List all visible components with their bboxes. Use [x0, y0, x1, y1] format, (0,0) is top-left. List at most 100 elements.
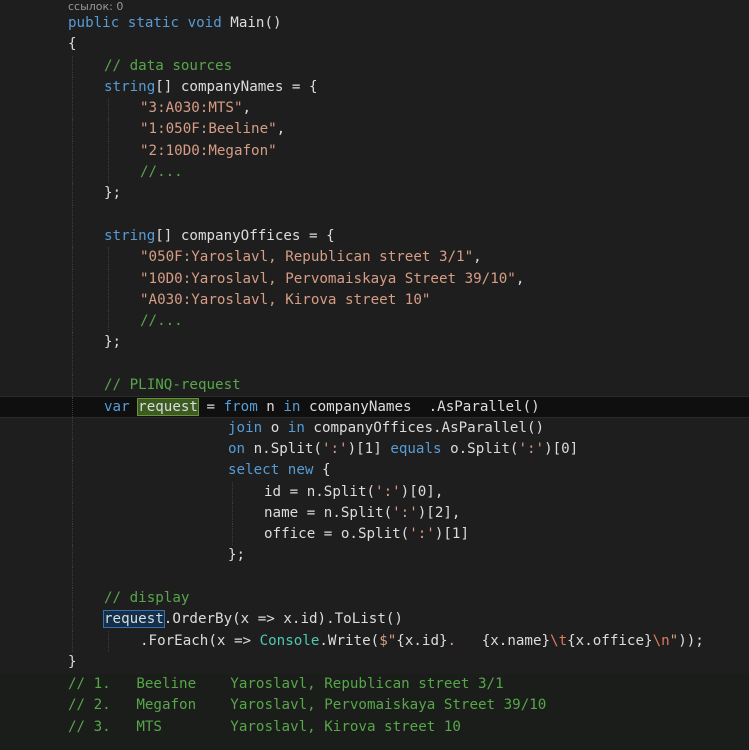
indent-guide [72, 397, 73, 417]
keyword-public: public [68, 15, 120, 31]
codelens-references[interactable]: ссылок: 0 [68, 0, 123, 13]
indent-guide [72, 332, 73, 354]
string-literal: "050F:Yaroslavl, Republican street 3/1" [140, 249, 474, 266]
indent-guide [72, 98, 73, 120]
char-literal: ':' [409, 526, 435, 543]
indent-guide [108, 268, 109, 290]
output-comment: // 2. Megafon Yaroslavl, Pervomaiskaya S… [68, 697, 547, 714]
comma: , [242, 100, 252, 117]
code-line-comment: //... [0, 311, 749, 333]
indent-guide [108, 289, 109, 312]
code-line-comment: // data sources [0, 55, 749, 77]
code-text: name = n.Split( [264, 504, 393, 521]
output-comment-block: // 1. Beeline Yaroslavl, Republican stre… [0, 674, 749, 750]
code-line-blank [0, 566, 749, 589]
code-text: )[1] [434, 526, 470, 543]
keyword-in: in [287, 419, 305, 436]
open-brace: { [68, 36, 77, 53]
output-comment: // 1. Beeline Yaroslavl, Republican stre… [68, 676, 504, 692]
indent-guide [108, 119, 109, 141]
indent-guide [108, 630, 109, 652]
close-object: }; [228, 547, 246, 564]
code-line-method-signature: public static void Main() [0, 13, 749, 34]
comment-display: // display [104, 590, 190, 607]
code-text: office = o.Split( [264, 526, 410, 543]
indent-guide [72, 268, 73, 290]
output-comment: // 3. MTS Yaroslavl, Kirova street 10 [68, 718, 461, 735]
code-line-foreach: .ForEach(x => Console.Write($"{x.id}. {x… [0, 630, 749, 652]
close-array: }; [104, 334, 122, 351]
code-text: o.Split( [441, 440, 519, 457]
interpolation: {x.id} [396, 632, 448, 649]
code-line-open-brace: { [0, 34, 749, 55]
indent-guide [232, 481, 233, 503]
keyword-void: void [187, 15, 222, 31]
code-line-orderby: request.OrderBy(x => x.id).ToList() [0, 609, 749, 631]
char-literal: ':' [518, 440, 545, 457]
code-text: .ForEach(x => [140, 632, 260, 649]
code-editor[interactable]: public static void Main() { // data sour… [0, 13, 749, 673]
indent-guide [72, 311, 73, 333]
code-line-close-brace: } [0, 652, 749, 673]
code-line-comment: //... [0, 162, 749, 184]
close-array: }; [104, 185, 122, 202]
interpolation: {x.name} [481, 632, 551, 649]
string-literal: "10D0:Yaroslavl, Pervomaiskaya Street 39… [140, 270, 516, 287]
indent-guide [108, 162, 109, 184]
code-text: id = n.Split( [264, 483, 376, 500]
code-line-anon-office: office = o.Split(':')[1] [0, 524, 749, 546]
code-text: )[0], [400, 483, 444, 500]
escape-sequence: \t [550, 632, 568, 649]
char-literal: ':' [321, 440, 348, 457]
range-variable: o [262, 419, 288, 436]
indent-guide [108, 140, 109, 163]
char-literal: ':' [392, 504, 418, 521]
indent-guide [72, 460, 73, 482]
declaration-text: [] companyNames = { [155, 78, 318, 95]
interpolation: {x.office} [567, 632, 653, 649]
code-line-string: "10D0:Yaroslavl, Pervomaiskaya Street 39… [0, 268, 749, 290]
keyword-string: string [104, 227, 156, 244]
declaration-text: [] companyOffices = { [155, 227, 335, 244]
code-text: n.Split( [245, 440, 322, 457]
code-line-companyoffices-decl: string[] companyOffices = { [0, 225, 749, 248]
string-literal: "3:A030:MTS" [140, 100, 243, 117]
query-source: companyOffices.AsParallel() [304, 419, 545, 436]
comma: , [473, 249, 482, 266]
code-text: .OrderBy(x => x.id).ToList() [163, 611, 403, 628]
code-line-string: "A030:Yaroslavl, Kirova street 10" [0, 289, 749, 312]
highlighted-identifier-request[interactable]: request [137, 398, 199, 417]
query-source: companyNames .AsParallel() [300, 399, 540, 416]
comment-ellipsis: //... [140, 164, 183, 181]
output-line: // 3. MTS Yaroslavl, Kirova street 10 [0, 717, 749, 738]
keyword-in: in [283, 399, 301, 416]
indent-guide [72, 55, 73, 77]
indent-guide [72, 247, 73, 269]
interpolated-string: $" [379, 632, 397, 649]
indent-guide [72, 566, 73, 589]
code-text: )); [678, 632, 704, 649]
indent-guide [72, 630, 73, 652]
indent-guide [72, 353, 73, 376]
keyword-on: on [228, 440, 246, 457]
code-text: .Write( [319, 632, 380, 649]
string-literal: "A030:Yaroslavl, Kirova street 10" [140, 291, 431, 308]
type-console: Console [259, 632, 320, 649]
code-text: )[2], [417, 504, 461, 521]
code-line-query-join: join o in companyOffices.AsParallel() [0, 417, 749, 439]
highlighted-identifier-request[interactable]: request [103, 610, 165, 629]
comma: , [515, 270, 525, 287]
keyword-var: var [104, 399, 130, 416]
keyword-join: join [228, 419, 263, 436]
indent-guide [108, 247, 109, 269]
code-line-string: "1:050F:Beeline", [0, 119, 749, 141]
indent-guide [72, 140, 73, 163]
indent-guide [72, 225, 73, 248]
interpolated-string: . [447, 632, 482, 649]
indent-guide [72, 481, 73, 503]
indent-guide [72, 524, 73, 546]
keyword-static: static [127, 15, 180, 31]
comment-data-sources: // data sources [104, 57, 233, 74]
code-line-close-array: }; [0, 332, 749, 354]
indent-guide [72, 438, 73, 461]
